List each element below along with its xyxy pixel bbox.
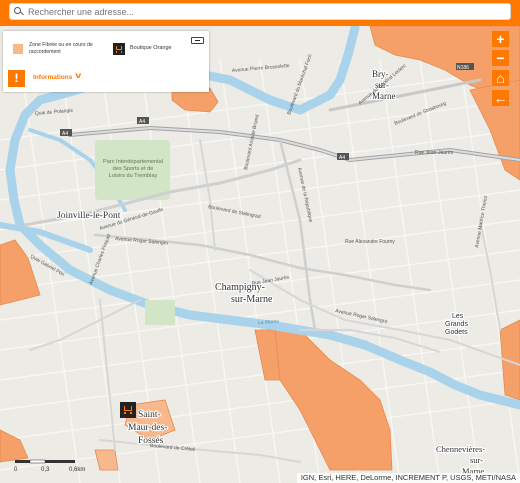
scale-bar: 0 0,3 0,6km [14,459,85,473]
informations-toggle[interactable]: Informations [33,74,72,81]
place-champigny-2: sur-Marne [231,294,273,305]
park-small [145,300,175,325]
info-alert-icon[interactable]: ! [8,70,25,87]
place-chennevieres-2: sur- [470,455,483,465]
shield-a4-2: A4 [139,119,145,125]
legend-panel: Zone Fibrée ou en cours de raccordement … [3,31,209,92]
place-stmaur-2: Maur-des- [128,423,167,433]
place-joinville: Joinville-le-Pont [57,211,121,221]
shield-a4-1: A4 [62,131,68,137]
park-label-1: Parc Interdépartemental [103,159,163,165]
chevron-down-icon[interactable]: v [75,71,81,80]
zoom-in-button[interactable]: + [492,31,509,47]
shield-a4-3: A4 [339,155,345,161]
address-search-input[interactable] [28,5,498,18]
fibre-zone-label: Zone Fibrée ou en cours de raccordement [29,42,93,55]
home-button[interactable]: ⌂ [492,70,509,86]
map-attribution: IGN, Esri, HERE, DeLorme, INCREMENT P, U… [296,473,520,483]
shield-n186: N186 [457,65,469,71]
shop-label: Boutique Orange [130,45,172,51]
zoom-out-button[interactable]: − [492,50,509,66]
orange-shop-marker[interactable] [120,402,136,418]
park-label-3: Loisirs du Tremblay [109,173,158,179]
search-icon [14,7,21,14]
scale-tick-2: 0,6km [69,467,85,473]
road-label-6: Rue Jean-Jaurès [415,150,454,156]
search-box[interactable] [9,3,511,20]
place-grandsgodets-2: Grands [445,321,468,328]
shop-cart-icon [113,43,125,55]
top-bar [0,0,520,26]
park-label-2: des Sports et de [113,166,154,172]
place-stmaur-1: Saint- [138,410,161,420]
place-grandsgodets-3: Godets [445,329,468,336]
road-label-13: La Marne [258,319,280,326]
place-grandsgodets-1: Les [452,313,464,320]
scale-tick-0: 0 [14,467,18,473]
back-arrow-button[interactable]: ← [492,90,509,106]
fibre-zone-swatch [13,44,23,54]
scale-tick-1: 0,3 [41,467,50,473]
road-label-18: Rue Alexandre Fourny [345,239,395,245]
legend-collapse-button[interactable] [191,37,204,44]
place-chennevieres-1: Chennevières- [436,444,485,454]
